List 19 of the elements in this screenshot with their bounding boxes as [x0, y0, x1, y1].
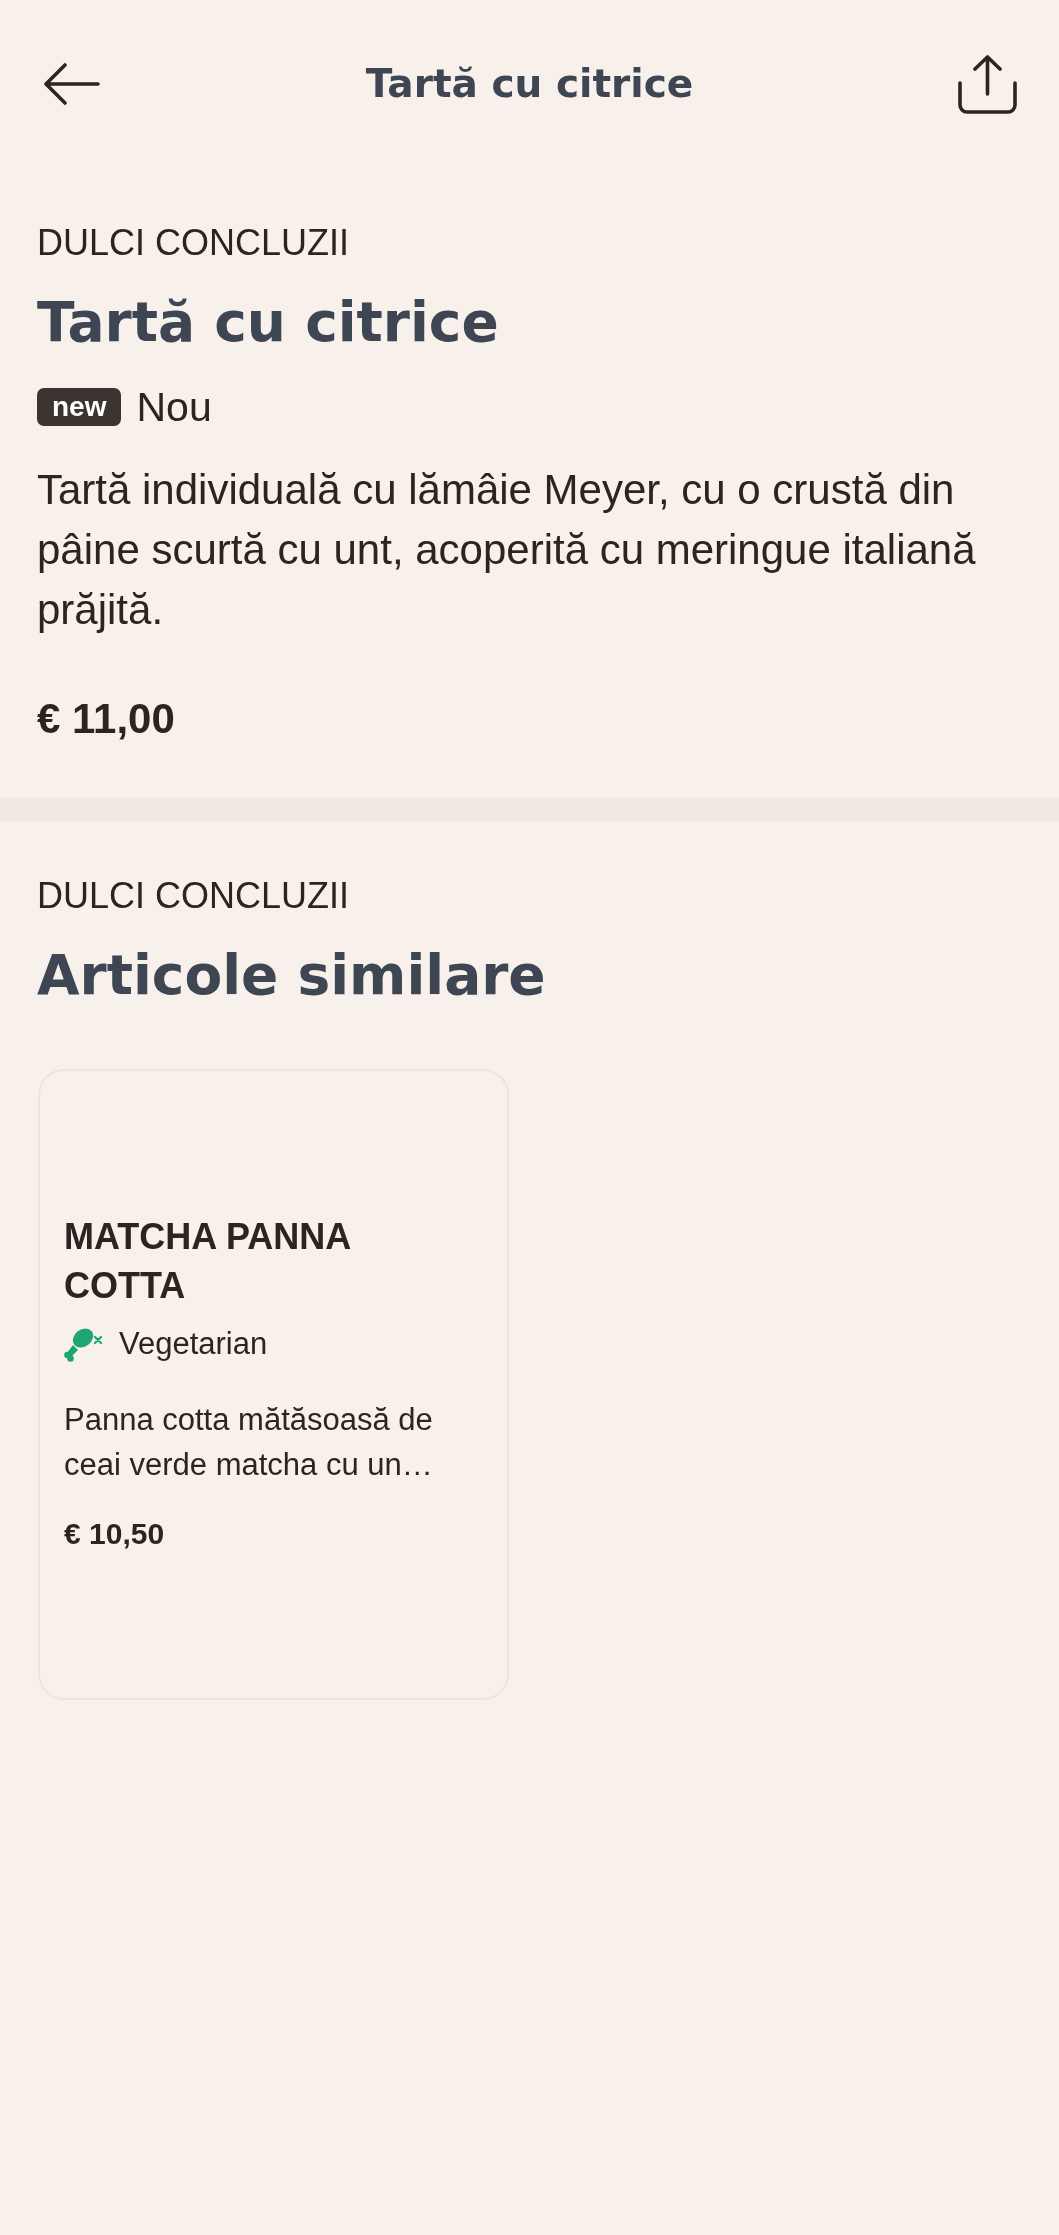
status-label: Nou	[136, 383, 212, 431]
item-description: Panna cotta mătăsoasă de ceai verde matcha cu un…	[64, 1401, 434, 1484]
share-button[interactable]	[958, 54, 1017, 114]
new-badge: new	[37, 388, 122, 426]
item-price: € 10,50	[64, 1516, 166, 1552]
header-title: Tartă cu citrice	[364, 60, 695, 108]
back-button[interactable]	[43, 63, 101, 105]
diet-label: Vegetarian	[119, 1325, 268, 1363]
product-title: Tartă cu citrice	[37, 289, 500, 355]
product-price: € 11,00	[37, 694, 176, 744]
drumstick-icon	[64, 1326, 103, 1362]
category-label: DULCI CONCLUZII	[37, 221, 351, 265]
category-label: DULCI CONCLUZII	[37, 874, 351, 918]
item-card[interactable]: MATCHA PANNA COTTA Vegetarian Panna cotta mătăsoasă de ceai verde matcha cu un… € 10,50	[38, 1069, 509, 1700]
arrow-left-icon	[43, 63, 101, 105]
item-name: MATCHA PANNA COTTA	[64, 1215, 351, 1308]
share-icon	[958, 54, 1017, 114]
section-title: Articole similare	[37, 942, 547, 1008]
product-description: Tartă individuală cu lămâie Meyer, cu o crustă din pâine scurtă cu unt, acoperită cu meringue italiană prăjită.	[37, 465, 977, 635]
